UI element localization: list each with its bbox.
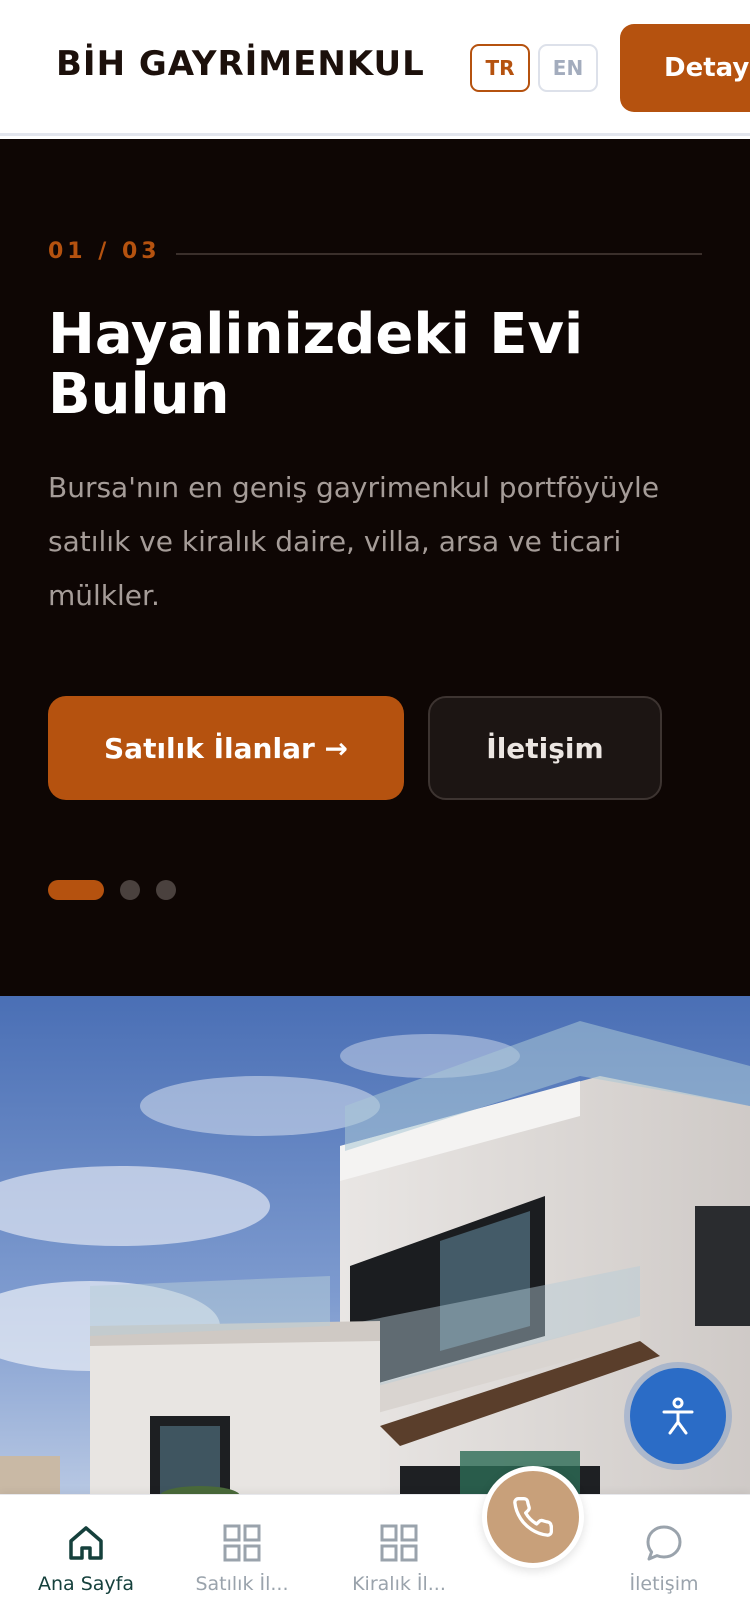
grid-icon [380, 1524, 418, 1562]
bottom-navigation: Ana Sayfa Satılık İl... Kiralık İl... İl… [0, 1494, 750, 1624]
phone-icon [513, 1497, 553, 1537]
for-sale-listings-button[interactable]: Satılık İlanlar → [48, 696, 404, 800]
details-button[interactable]: Detay [620, 24, 750, 112]
nav-item-contact[interactable]: İletişim [589, 1495, 739, 1624]
contact-button[interactable]: İletişim [428, 696, 662, 800]
slide-dot-1[interactable] [48, 880, 104, 900]
language-en-button[interactable]: EN [538, 44, 598, 92]
nav-label: Satılık İl... [195, 1573, 289, 1595]
hero-title: Hayalinizdeki Evi Bulun [48, 302, 584, 427]
hero-subtitle: Bursa'nın en geniş gayrimenkul portföyüy… [48, 471, 660, 612]
accessibility-button[interactable] [630, 1368, 726, 1464]
nav-label: Kiralık İl... [352, 1573, 446, 1595]
chat-icon [646, 1525, 682, 1561]
nav-label: Ana Sayfa [37, 1573, 134, 1595]
grid-icon [223, 1524, 261, 1562]
hero-slider: 01 / 03 Hayalinizdeki Evi Bulun Bursa'nı… [0, 139, 750, 996]
slide-counter: 01 / 03 [48, 239, 161, 264]
brand-logo[interactable]: BİH GAYRİMENKUL [56, 44, 425, 84]
slide-dot-3[interactable] [156, 880, 176, 900]
counter-divider [176, 253, 702, 255]
nav-item-for-rent[interactable]: Kiralık İl... [324, 1495, 474, 1624]
nav-item-home[interactable]: Ana Sayfa [11, 1495, 161, 1624]
accessibility-icon [662, 1397, 694, 1435]
language-tr-button[interactable]: TR [470, 44, 530, 92]
call-button[interactable] [482, 1466, 584, 1568]
nav-label: İletişim [629, 1573, 699, 1595]
slide-indicators [48, 880, 176, 900]
home-icon [69, 1526, 103, 1560]
nav-item-for-sale[interactable]: Satılık İl... [167, 1495, 317, 1624]
header: BİH GAYRİMENKUL TR EN Detay [0, 0, 750, 136]
slide-dot-2[interactable] [120, 880, 140, 900]
